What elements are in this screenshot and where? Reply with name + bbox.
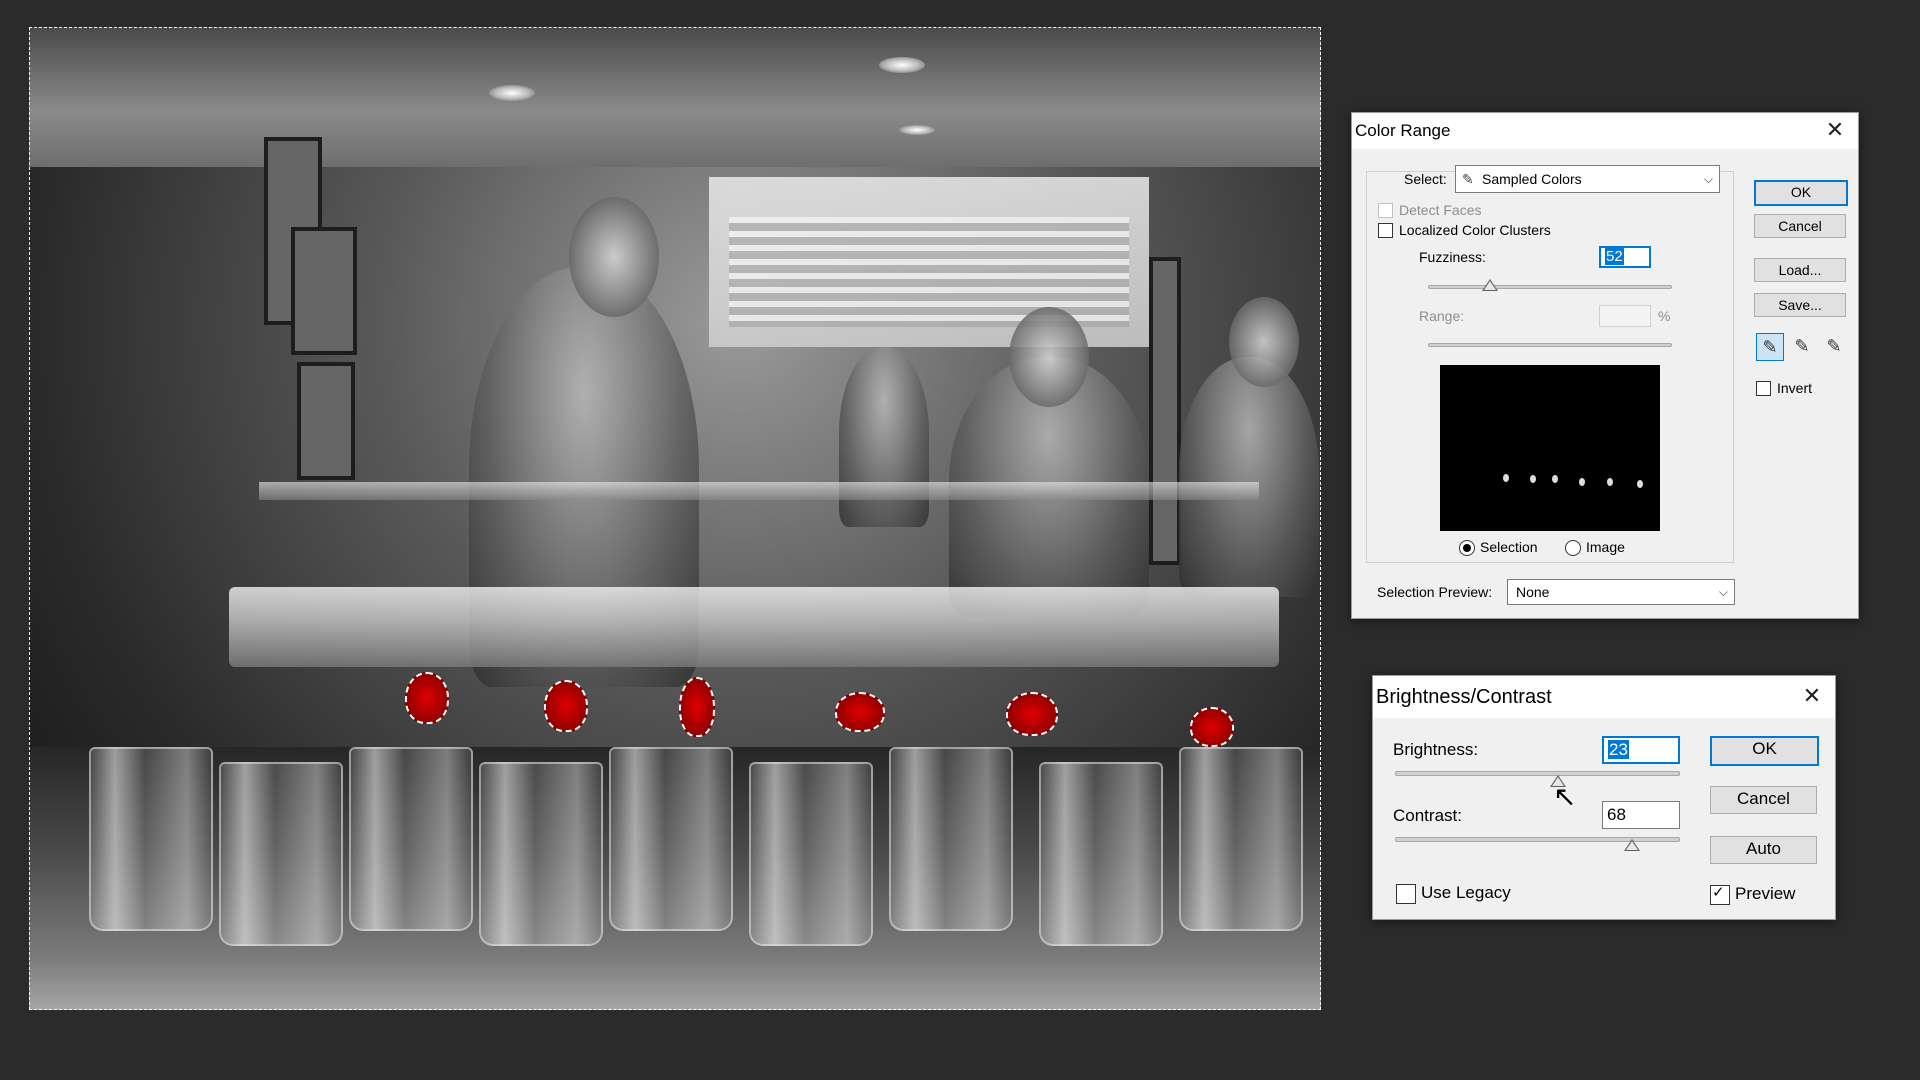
image-radio[interactable]: [1565, 540, 1581, 556]
selection-preview-dropdown[interactable]: None ⌵: [1507, 579, 1735, 605]
wall-frame: [291, 227, 357, 355]
preview-dot: [1530, 475, 1536, 483]
glass: [889, 747, 1013, 931]
selection-radio[interactable]: [1459, 540, 1475, 556]
ceiling-light: [899, 125, 935, 135]
load-button[interactable]: Load...: [1754, 258, 1846, 282]
bartender-head: [569, 197, 659, 317]
glass: [479, 762, 603, 946]
dialog-title: Color Range: [1355, 121, 1451, 140]
ceiling-light: [489, 85, 535, 101]
selected-red-region: [679, 677, 715, 737]
fuzziness-label: Fuzziness:: [1419, 249, 1486, 265]
range-unit: %: [1658, 308, 1671, 324]
invert-checkbox[interactable]: [1756, 381, 1771, 396]
selection-preview-value: None: [1516, 584, 1550, 600]
contrast-slider-thumb[interactable]: [1624, 839, 1640, 851]
document-canvas[interactable]: [29, 27, 1321, 1010]
localized-color-clusters-label: Localized Color Clusters: [1399, 222, 1551, 238]
mouse-cursor: ↖: [1553, 781, 1577, 812]
patron-head: [1009, 307, 1089, 407]
select-value: Sampled Colors: [1482, 171, 1582, 187]
preview-checkbox[interactable]: [1710, 883, 1730, 905]
use-legacy-checkbox[interactable]: [1396, 884, 1416, 904]
contrast-input[interactable]: 68: [1602, 801, 1680, 829]
patron: [1179, 357, 1319, 597]
fuzziness-slider-track[interactable]: [1428, 285, 1672, 289]
counter-rail: [259, 482, 1259, 500]
ok-button[interactable]: OK: [1754, 180, 1848, 206]
ceiling-light: [879, 57, 925, 73]
contrast-label: Contrast:: [1393, 806, 1462, 825]
bar-counter: [229, 587, 1279, 667]
fuzziness-input[interactable]: 52: [1599, 246, 1651, 268]
eyedropper-minus-icon[interactable]: ✎: [1820, 333, 1848, 361]
preview-dot: [1607, 478, 1613, 486]
eyedropper-icon[interactable]: ✎: [1756, 333, 1784, 361]
select-label: Select:: [1404, 171, 1447, 187]
brightness-label: Brightness:: [1393, 740, 1479, 759]
glass: [349, 747, 473, 931]
brightness-contrast-dialog: Brightness/Contrast ✕ Brightness: 23 Con…: [1372, 675, 1836, 920]
close-icon[interactable]: ✕: [1799, 683, 1825, 709]
range-input[interactable]: [1599, 305, 1651, 327]
brightness-input[interactable]: 23: [1602, 736, 1680, 764]
chevron-down-icon: ⌵: [1718, 585, 1728, 599]
brightness-contrast-titlebar[interactable]: Brightness/Contrast ✕: [1373, 676, 1835, 718]
glass: [1039, 762, 1163, 946]
range-label: Range:: [1419, 308, 1465, 324]
patron: [839, 347, 929, 527]
localized-color-clusters-checkbox[interactable]: [1378, 223, 1393, 238]
selected-red-region: [835, 692, 885, 732]
glass: [749, 762, 873, 946]
eyedropper-icon: ✎: [1462, 171, 1474, 187]
fuzziness-value: 52: [1605, 248, 1624, 265]
selection-radio-label: Selection: [1480, 539, 1538, 555]
preview-dot: [1579, 478, 1585, 486]
selection-preview-label: Selection Preview:: [1377, 584, 1493, 600]
select-dropdown[interactable]: ✎ Sampled Colors ⌵: [1455, 165, 1720, 193]
eyedropper-plus-icon[interactable]: ✎: [1788, 333, 1816, 361]
glass: [1179, 747, 1303, 931]
chevron-down-icon: ⌵: [1703, 172, 1713, 186]
ok-button[interactable]: OK: [1710, 736, 1819, 766]
contrast-value: 68: [1607, 805, 1626, 824]
cancel-button[interactable]: Cancel: [1754, 214, 1846, 238]
dialog-title: Brightness/Contrast: [1376, 686, 1552, 708]
close-icon[interactable]: ✕: [1822, 117, 1848, 143]
save-button[interactable]: Save...: [1754, 293, 1846, 317]
detect-faces-checkbox[interactable]: [1378, 203, 1393, 218]
selected-red-region: [1190, 707, 1234, 747]
preview-label: Preview: [1735, 884, 1796, 903]
cancel-button[interactable]: Cancel: [1710, 786, 1817, 814]
glass: [609, 747, 733, 931]
color-range-dialog: Color Range ✕ Select: ✎ Sampled Colors ⌵…: [1351, 112, 1859, 619]
preview-dot: [1637, 480, 1643, 488]
invert-label: Invert: [1777, 380, 1813, 396]
color-range-titlebar[interactable]: Color Range ✕: [1352, 113, 1858, 149]
preview-dot: [1503, 474, 1509, 482]
ceiling: [29, 27, 1321, 167]
glass: [219, 762, 343, 946]
fuzziness-slider-thumb[interactable]: [1482, 279, 1498, 291]
window-blinds: [729, 217, 1129, 327]
brightness-value: 23: [1608, 740, 1629, 759]
auto-button[interactable]: Auto: [1710, 836, 1817, 864]
selected-red-region: [405, 672, 449, 724]
selected-red-region: [544, 680, 588, 732]
preview-dot: [1552, 475, 1558, 483]
brightness-slider-track[interactable]: [1395, 771, 1680, 776]
patron-head: [1229, 297, 1299, 387]
use-legacy-label: Use Legacy: [1421, 883, 1511, 902]
glass: [89, 747, 213, 931]
detect-faces-label: Detect Faces: [1399, 202, 1482, 218]
wall-frame: [297, 362, 355, 480]
range-slider-track[interactable]: [1428, 343, 1672, 347]
selected-red-region: [1006, 692, 1058, 736]
selection-preview-thumbnail: [1440, 365, 1660, 531]
door-frame: [1149, 257, 1181, 565]
image-radio-label: Image: [1586, 539, 1625, 555]
